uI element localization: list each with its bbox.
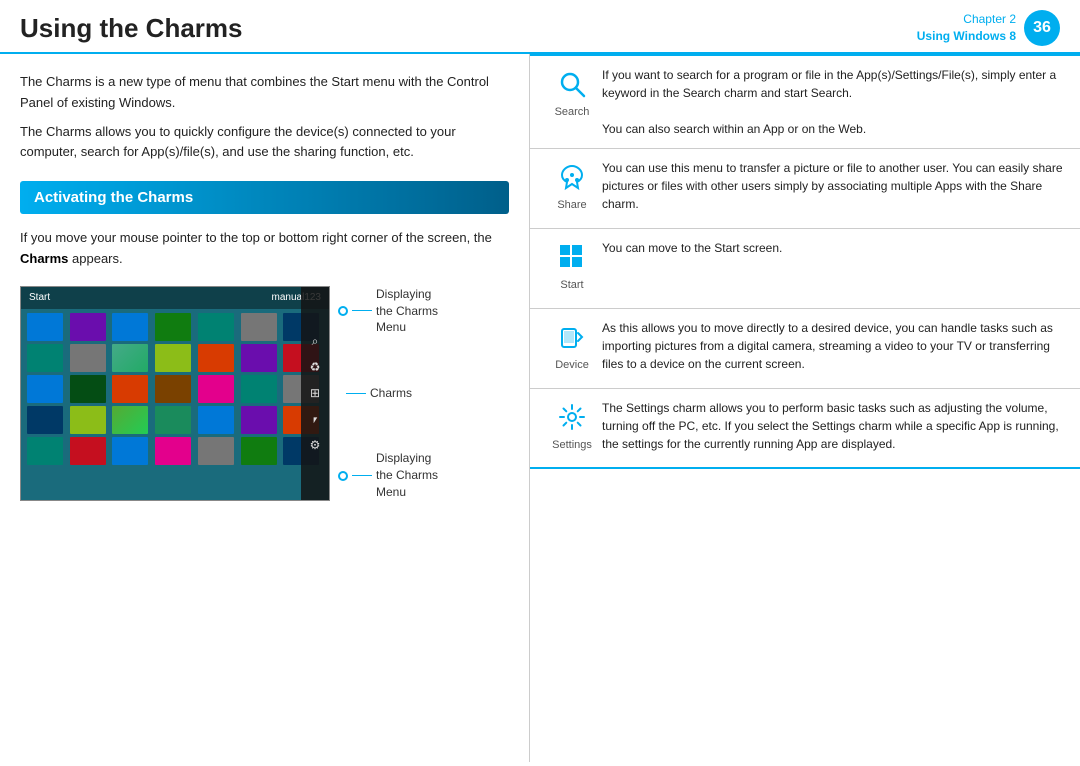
callout-labels: Displayingthe CharmsMenu Charms Displayi… (330, 286, 438, 501)
chapter-label: Chapter 2 (917, 11, 1016, 28)
tile-4 (155, 313, 191, 341)
chapter-text: Chapter 2 Using Windows 8 (917, 11, 1016, 45)
start-charm-name: Start (560, 279, 583, 291)
share-charm-desc: You can use this menu to transfer a pict… (602, 159, 1068, 213)
charm-row-share: Share You can use this menu to transfer … (530, 149, 1080, 229)
tile-23 (70, 406, 106, 434)
page-header: Using the Charms Chapter 2 Using Windows… (0, 0, 1080, 54)
chapter-subtitle: Using Windows 8 (917, 28, 1016, 45)
device-charm-desc: As this allows you to move directly to a… (602, 319, 1068, 373)
tile-13 (241, 344, 277, 372)
main-content: The Charms is a new type of menu that co… (0, 54, 1080, 762)
callout-line-2 (346, 393, 366, 394)
share-charm-symbol (554, 159, 590, 195)
search-icon-area: Search (542, 66, 602, 118)
callout-dot-1 (338, 306, 348, 316)
device-icon-area: Device (542, 319, 602, 371)
search-charm-desc: If you want to search for a program or f… (602, 66, 1068, 138)
charm-row-start: Start You can move to the Start screen. (530, 229, 1080, 309)
start-icon-area: Start (542, 239, 602, 291)
tile-25 (155, 406, 191, 434)
page-title: Using the Charms (20, 13, 243, 44)
charm-row-settings: Settings The Settings charm allows you t… (530, 389, 1080, 469)
settings-charm-desc: The Settings charm allows you to perform… (602, 399, 1068, 453)
tile-20 (241, 375, 277, 403)
settings-charm-icon: ⚙ (306, 436, 324, 454)
charm-row-device: Device As this allows you to move direct… (530, 309, 1080, 389)
start-charm-icon: ⊞ (306, 384, 324, 402)
tile-15 (27, 375, 63, 403)
tile-33 (198, 437, 234, 465)
tile-1 (27, 313, 63, 341)
share-icon-area: Share (542, 159, 602, 211)
tile-26 (198, 406, 234, 434)
callout-line-3 (352, 475, 372, 476)
win8-taskbar: Start manual123 (21, 287, 329, 309)
chapter-info: Chapter 2 Using Windows 8 36 (917, 10, 1060, 46)
tile-18 (155, 375, 191, 403)
callout-1: Displayingthe CharmsMenu (338, 286, 438, 336)
tile-22 (27, 406, 63, 434)
activation-description: If you move your mouse pointer to the to… (20, 228, 509, 270)
settings-icon-area: Settings (542, 399, 602, 451)
callout-dot-3 (338, 471, 348, 481)
callout-3: Displayingthe CharmsMenu (338, 450, 438, 500)
start-label: Start (29, 292, 50, 303)
share-charm-name: Share (557, 199, 586, 211)
settings-charm-name: Settings (552, 439, 592, 451)
callout-line-1 (352, 310, 372, 311)
win8-screenshot: Start manual123 (20, 286, 330, 501)
left-column: The Charms is a new type of menu that co… (0, 54, 530, 762)
callout-text-1: Displayingthe CharmsMenu (376, 286, 438, 336)
chapter-badge: 36 (1024, 10, 1060, 46)
charms-bold: Charms (20, 251, 68, 266)
tile-6 (241, 313, 277, 341)
device-charm-name: Device (555, 359, 589, 371)
search-charm-name: Search (555, 106, 590, 118)
callout-text-2: Charms (370, 385, 412, 402)
charms-sidebar-overlay: ⌕ ♻ ⊞ ⎖ ⚙ (301, 287, 329, 500)
callout-2: Charms (346, 385, 438, 402)
search-charm-symbol (554, 66, 590, 102)
right-column: Search If you want to search for a progr… (530, 54, 1080, 762)
start-charm-desc: You can move to the Start screen. (602, 239, 1068, 257)
tile-30 (70, 437, 106, 465)
tile-17 (112, 375, 148, 403)
tile-9 (70, 344, 106, 372)
device-charm-symbol (554, 319, 590, 355)
device-charm-icon: ⎖ (306, 410, 324, 428)
tile-24 (112, 406, 148, 434)
start-charm-symbol (554, 239, 590, 275)
tile-32 (155, 437, 191, 465)
tile-12 (198, 344, 234, 372)
tile-16 (70, 375, 106, 403)
search-charm-icon: ⌕ (306, 332, 324, 350)
charm-row-search: Search If you want to search for a progr… (530, 56, 1080, 149)
tile-34 (241, 437, 277, 465)
tile-19 (198, 375, 234, 403)
tile-5 (198, 313, 234, 341)
share-charm-icon: ♻ (306, 358, 324, 376)
activating-section-header: Activating the Charms (20, 181, 509, 214)
tile-31 (112, 437, 148, 465)
tile-27 (241, 406, 277, 434)
intro-paragraph1: The Charms is a new type of menu that co… (20, 72, 509, 114)
tile-3 (112, 313, 148, 341)
callout-text-3: Displayingthe CharmsMenu (376, 450, 438, 500)
settings-charm-symbol (554, 399, 590, 435)
tile-2 (70, 313, 106, 341)
tile-29 (27, 437, 63, 465)
tile-10 (112, 344, 148, 372)
intro-paragraph2: The Charms allows you to quickly configu… (20, 122, 509, 164)
win8-tiles-grid (21, 309, 329, 469)
tile-8 (27, 344, 63, 372)
screenshot-area: Start manual123 (20, 286, 509, 501)
tile-11 (155, 344, 191, 372)
